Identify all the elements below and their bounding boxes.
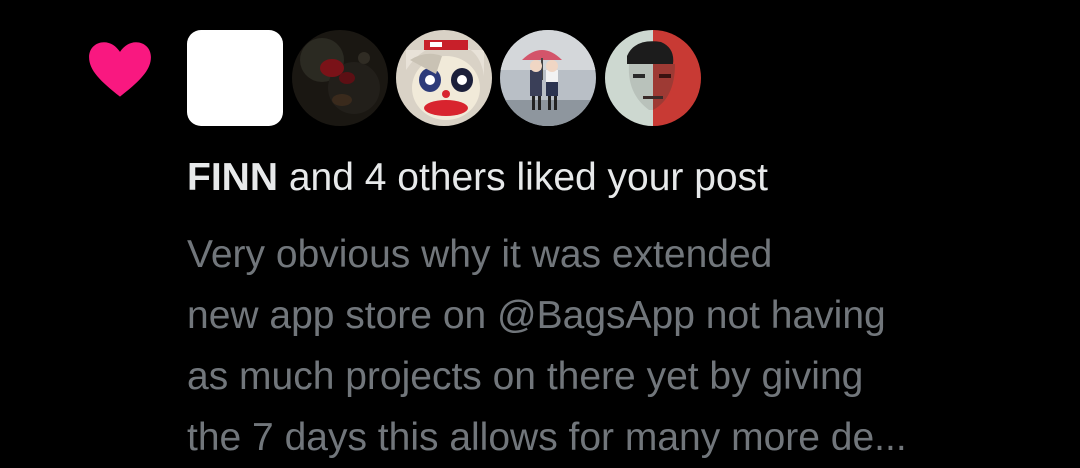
summary-rest: and 4 others liked your post (278, 156, 768, 199)
anime-couple-umbrella-avatar[interactable] (500, 30, 596, 126)
post-preview-line: Very obvious why it was extended (187, 233, 773, 276)
post-preview-line: as much projects on there yet by giving (187, 355, 864, 398)
post-preview-line: the 7 days this allows for many more de.… (187, 416, 907, 459)
liker-name[interactable]: FINN (187, 156, 278, 199)
like-summary: FINN and 4 others liked your post (187, 152, 768, 204)
like-notification[interactable]: FINN and 4 others liked your post Very o… (0, 0, 1080, 468)
post-preview[interactable]: Very obvious why it was extended new app… (187, 224, 1047, 468)
dark-red-abstract-avatar[interactable] (292, 30, 388, 126)
heart-icon (86, 40, 154, 98)
split-face-portrait-avatar[interactable] (605, 30, 701, 126)
clown-makeup-avatar[interactable] (396, 30, 492, 126)
blank-white-avatar[interactable] (187, 30, 283, 126)
post-preview-line: new app store on @BagsApp not having (187, 294, 886, 337)
